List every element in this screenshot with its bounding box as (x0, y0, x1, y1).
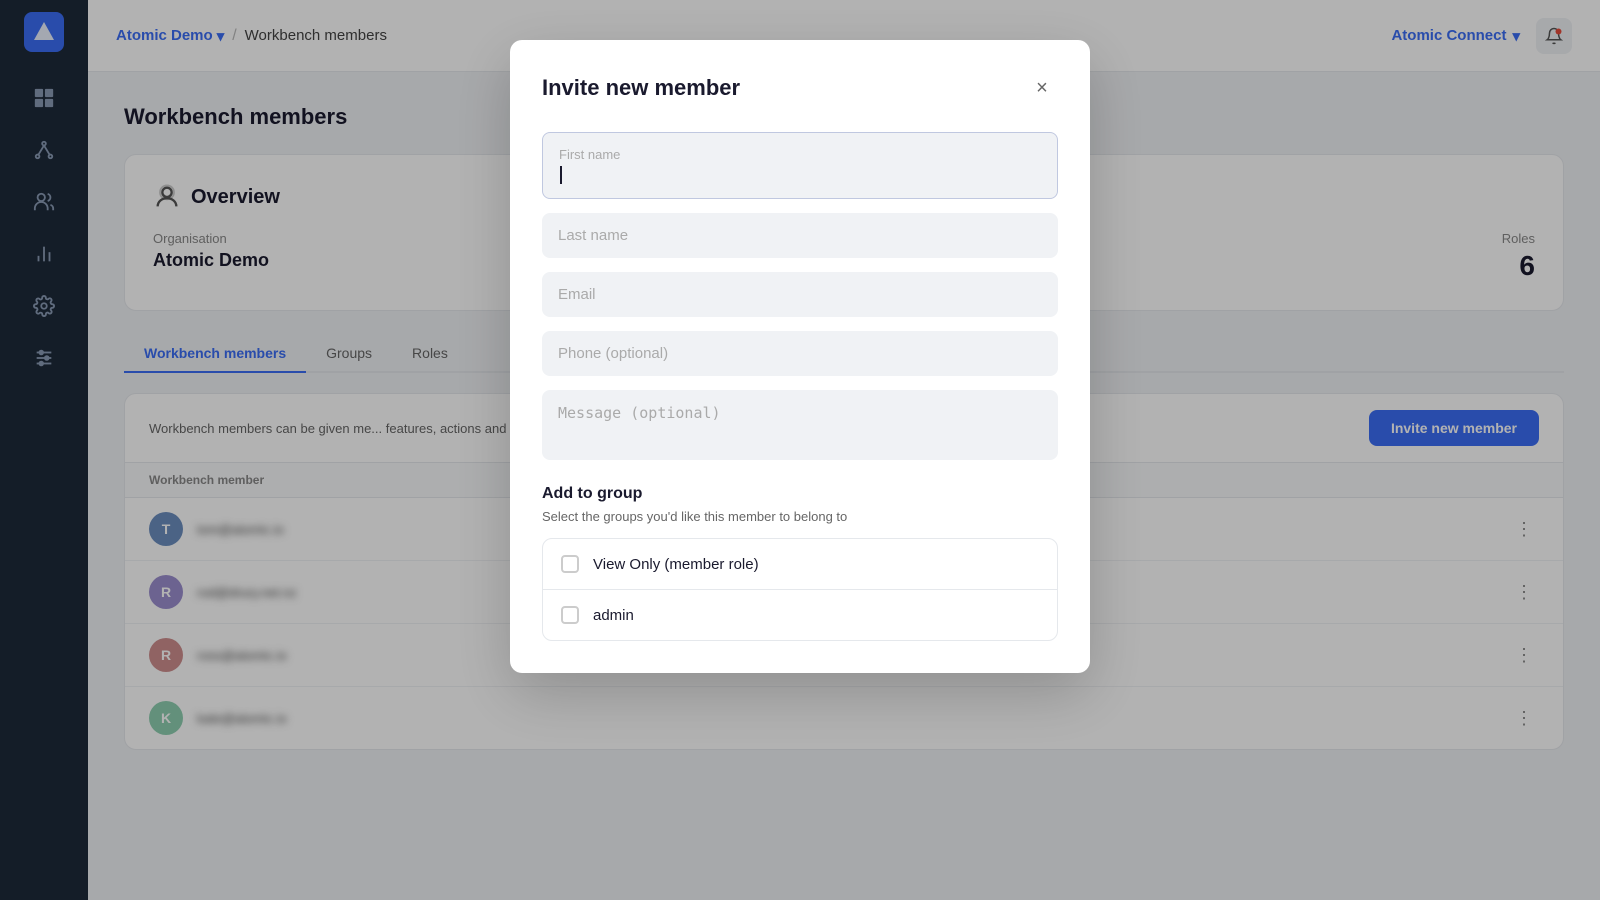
group-item-admin: admin (543, 590, 1057, 640)
add-group-section: Add to group Select the groups you'd lik… (542, 485, 1058, 641)
add-group-title: Add to group (542, 485, 1058, 503)
group-name-admin: admin (593, 607, 634, 624)
group-list: View Only (member role) admin (542, 538, 1058, 641)
last-name-field[interactable] (542, 213, 1058, 258)
invite-modal: Invite new member × First name Add to gr… (510, 40, 1090, 673)
modal-close-button[interactable]: × (1026, 72, 1058, 104)
email-input[interactable] (542, 272, 1058, 317)
cursor-line (560, 166, 562, 184)
group-name-view-only: View Only (member role) (593, 556, 759, 573)
modal-title: Invite new member (542, 75, 740, 101)
group-checkbox-admin[interactable] (561, 606, 579, 624)
first-name-field: First name (542, 132, 1058, 199)
group-checkbox-view-only[interactable] (561, 555, 579, 573)
email-field[interactable] (542, 272, 1058, 317)
last-name-input[interactable] (542, 213, 1058, 258)
phone-input[interactable] (542, 331, 1058, 376)
modal-overlay[interactable]: Invite new member × First name Add to gr… (0, 0, 1600, 900)
first-name-label: First name (559, 147, 1041, 162)
add-group-description: Select the groups you'd like this member… (542, 509, 1058, 524)
message-input[interactable] (542, 390, 1058, 460)
modal-header: Invite new member × (542, 72, 1058, 104)
group-item-view-only: View Only (member role) (543, 539, 1057, 590)
phone-field[interactable] (542, 331, 1058, 376)
message-field[interactable] (542, 390, 1058, 465)
